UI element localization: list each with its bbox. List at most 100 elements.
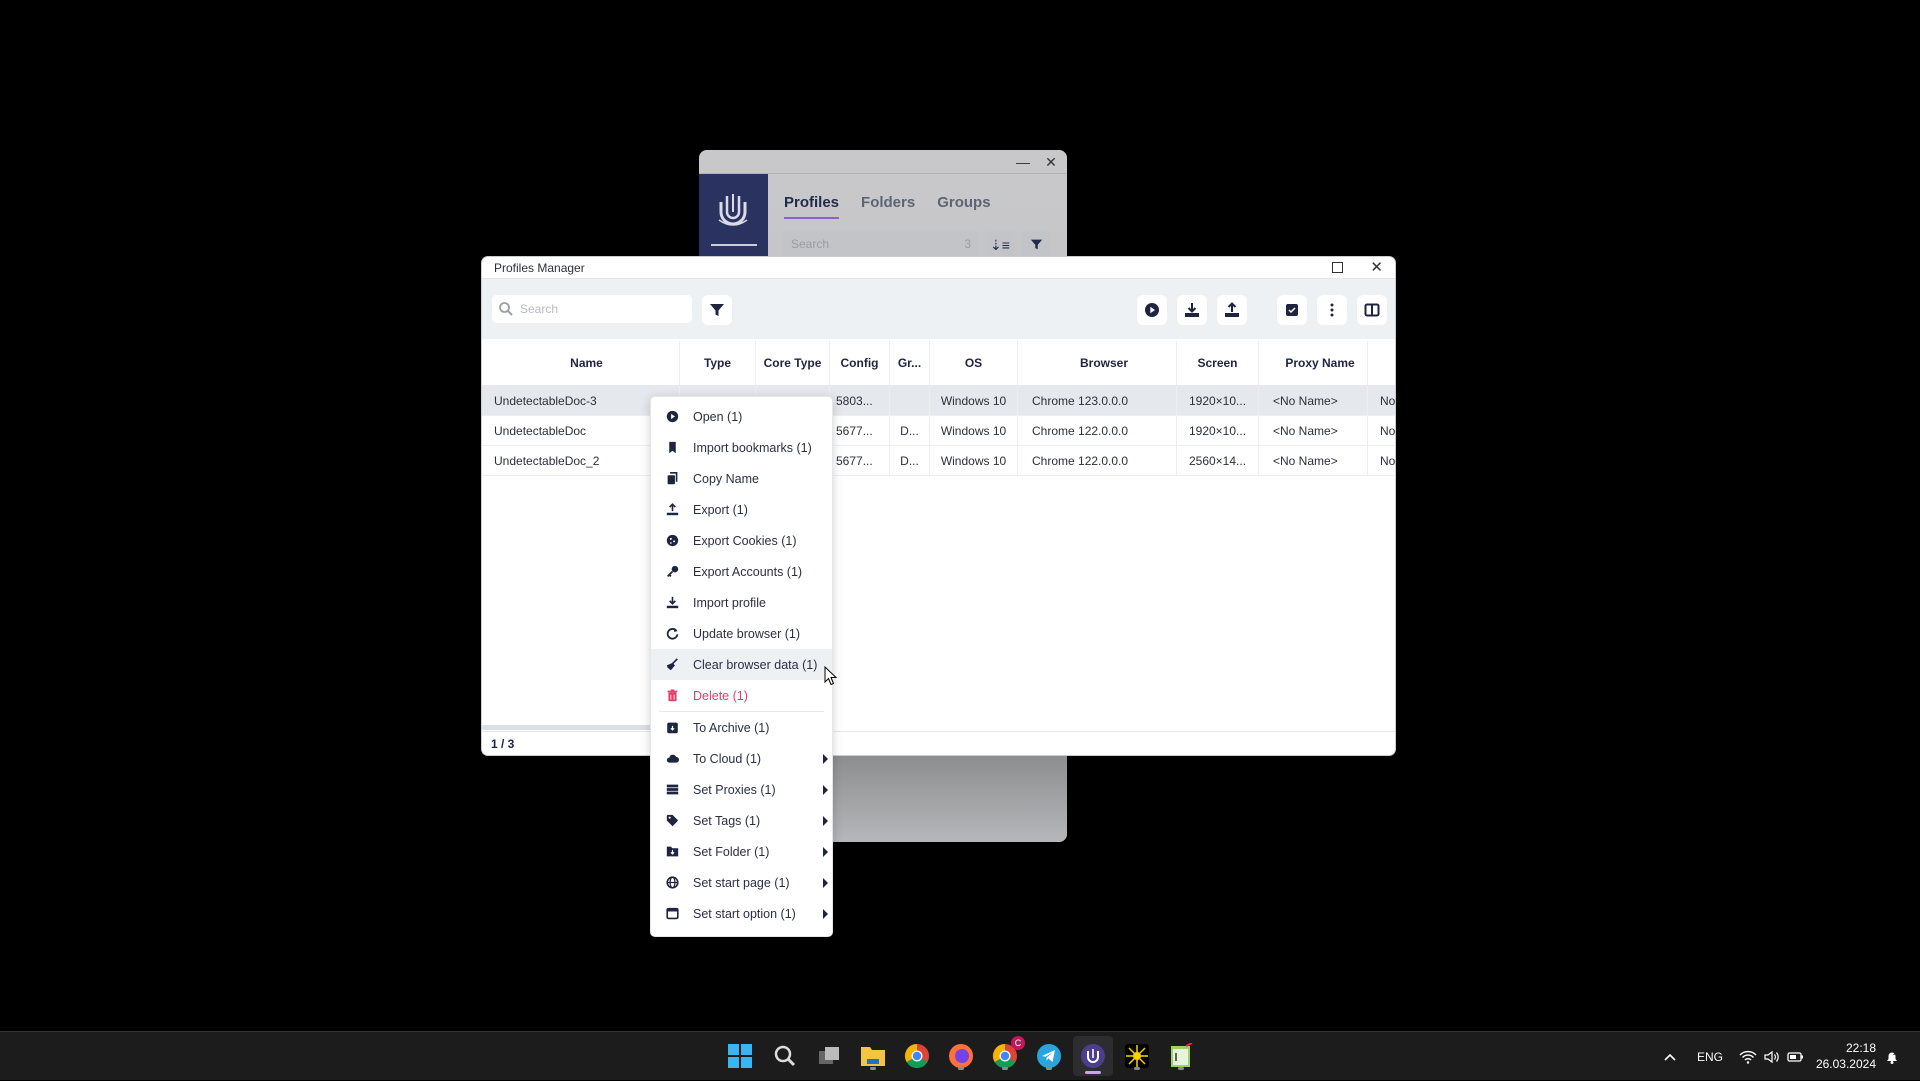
undetectable-logo-icon (718, 194, 748, 226)
menu-item-to-cloud[interactable]: To Cloud (1) (651, 743, 832, 774)
app-tabs: Profiles Folders Groups (784, 194, 991, 219)
globe-icon (665, 876, 679, 890)
more-options-button[interactable] (1317, 295, 1347, 325)
taskbar-search[interactable] (769, 1040, 801, 1072)
sun-app-icon (1125, 1044, 1149, 1068)
tab-groups[interactable]: Groups (937, 194, 990, 219)
cell-browser: Chrome 122.0.0.0 (1018, 416, 1177, 445)
taskbar-file-explorer[interactable] (857, 1040, 889, 1072)
column-header-os[interactable]: OS (930, 341, 1018, 385)
menu-item-set-proxies[interactable]: Set Proxies (1) (651, 774, 832, 805)
filter-button[interactable] (1021, 231, 1051, 259)
menu-item-export-accounts[interactable]: Export Accounts (1) (651, 556, 832, 587)
column-header-browser[interactable]: Browser (1018, 341, 1177, 385)
window-icon (665, 907, 679, 921)
column-header-type[interactable]: Type (680, 341, 756, 385)
search-input[interactable] (520, 299, 685, 319)
clock-date: 26.03.2024 (1815, 1057, 1876, 1071)
show-hidden-icons-button[interactable] (1663, 1032, 1677, 1081)
menu-item-set-tags[interactable]: Set Tags (1) (651, 805, 832, 836)
cookie-icon (665, 534, 679, 548)
column-header-config[interactable]: Config (830, 341, 890, 385)
horizontal-scrollbar[interactable] (482, 725, 657, 730)
menu-item-label: To Cloud (1) (693, 751, 762, 766)
taskbar-chrome-profile[interactable]: C (989, 1036, 1025, 1072)
menu-item-clear-browser-data[interactable]: Clear browser data (1) (651, 649, 832, 680)
taskbar-chrome[interactable] (901, 1040, 933, 1072)
taskbar-app-sun[interactable] (1121, 1040, 1153, 1072)
menu-item-label: Copy Name (693, 471, 759, 486)
column-header-screen[interactable]: Screen (1177, 341, 1259, 385)
close-button[interactable]: ✕ (1370, 257, 1383, 279)
running-indicator (958, 1067, 964, 1070)
folder-icon (861, 1047, 885, 1066)
cell-screen: 1920×10... (1177, 386, 1259, 415)
column-header-group[interactable]: Gr... (890, 341, 930, 385)
system-clock[interactable]: 22:18 26.03.2024 (1816, 1040, 1876, 1072)
sort-button[interactable]: ⇣≡ (985, 231, 1015, 259)
profile-badge: C (1011, 1036, 1025, 1050)
menu-item-label: Set Proxies (1) (693, 782, 776, 797)
cell-group: D... (890, 446, 930, 475)
running-indicator (1046, 1067, 1052, 1070)
menu-item-delete[interactable]: Delete (1) (651, 680, 832, 711)
menu-item-to-archive[interactable]: To Archive (1) (651, 712, 832, 743)
table-row[interactable]: UndetectableDoc-3 5803... Windows 10 Chrome… (482, 386, 1395, 416)
column-header-core-type[interactable]: Core Type (756, 341, 830, 385)
taskbar-undetectable[interactable] (1073, 1036, 1113, 1076)
taskbar-start[interactable] (724, 1040, 756, 1072)
notepad-icon (1171, 1043, 1193, 1067)
app-search-input[interactable]: Search 3 (783, 231, 979, 259)
download-icon (1185, 303, 1199, 317)
task-view-icon (819, 1047, 839, 1064)
minimize-button[interactable]: — (1011, 152, 1035, 172)
cell-os: Windows 10 (930, 386, 1018, 415)
close-button[interactable]: ✕ (1039, 152, 1063, 172)
table-row[interactable]: UndetectableDoc_2 5677... D... Windows 10 Ch… (482, 446, 1395, 476)
menu-item-set-start-option[interactable]: Set start option (1) (651, 898, 832, 929)
tab-folders[interactable]: Folders (861, 194, 915, 219)
menu-item-open[interactable]: Open (1) (651, 401, 832, 432)
column-header-proxy-name[interactable]: Proxy Name (1259, 341, 1368, 385)
tab-profiles[interactable]: Profiles (784, 194, 840, 219)
menu-item-set-folder[interactable]: Set Folder (1) (651, 836, 832, 867)
columns-button[interactable] (1357, 295, 1387, 325)
taskbar-telegram[interactable] (1033, 1040, 1065, 1072)
taskbar-task-view[interactable] (813, 1040, 845, 1072)
column-header-name[interactable]: Name (482, 341, 680, 385)
menu-item-label: Export Accounts (1) (693, 564, 803, 579)
cell-os: Windows 10 (930, 446, 1018, 475)
table-row[interactable]: UndetectableDoc 5677... D... Windows 10 Chro… (482, 416, 1395, 446)
menu-item-update-browser[interactable]: Update browser (1) (651, 618, 832, 649)
search-placeholder: Search (791, 237, 830, 251)
trash-icon (665, 689, 679, 703)
start-profile-button[interactable] (1137, 295, 1167, 325)
menu-item-export[interactable]: Export (1) (651, 494, 832, 525)
taskbar-firefox[interactable] (945, 1040, 977, 1072)
select-all-button[interactable] (1277, 295, 1307, 325)
language-indicator[interactable]: ENG (1697, 1032, 1723, 1081)
menu-item-export-cookies[interactable]: Export Cookies (1) (651, 525, 832, 556)
column-header-next[interactable] (1368, 341, 1395, 385)
notifications-button[interactable]: z (1884, 1032, 1900, 1081)
submenu-arrow-icon (823, 816, 828, 826)
taskbar: C ENG 22:18 26.03.2024 z (0, 1031, 1920, 1080)
filter-icon (710, 304, 724, 316)
menu-item-copy-name[interactable]: Copy Name (651, 463, 832, 494)
maximize-button[interactable] (1332, 262, 1343, 273)
filter-button[interactable] (702, 295, 732, 325)
menu-item-import-profile[interactable]: Import profile (651, 587, 832, 618)
submenu-arrow-icon (823, 909, 828, 919)
battery-icon (1787, 1051, 1803, 1062)
menu-item-import-bookmarks[interactable]: Import bookmarks (1) (651, 432, 832, 463)
search-box[interactable] (492, 295, 692, 323)
toolbar (482, 279, 1395, 339)
import-button[interactable] (1177, 295, 1207, 325)
taskbar-notepad-plus[interactable] (1165, 1040, 1197, 1072)
cell-next: No (1380, 393, 1395, 408)
menu-item-set-start-page[interactable]: Set start page (1) (651, 867, 832, 898)
network-volume-battery[interactable] (1739, 1032, 1805, 1081)
menu-item-label: Update browser (1) (693, 626, 800, 641)
export-button[interactable] (1217, 295, 1247, 325)
telegram-icon (1037, 1044, 1061, 1068)
